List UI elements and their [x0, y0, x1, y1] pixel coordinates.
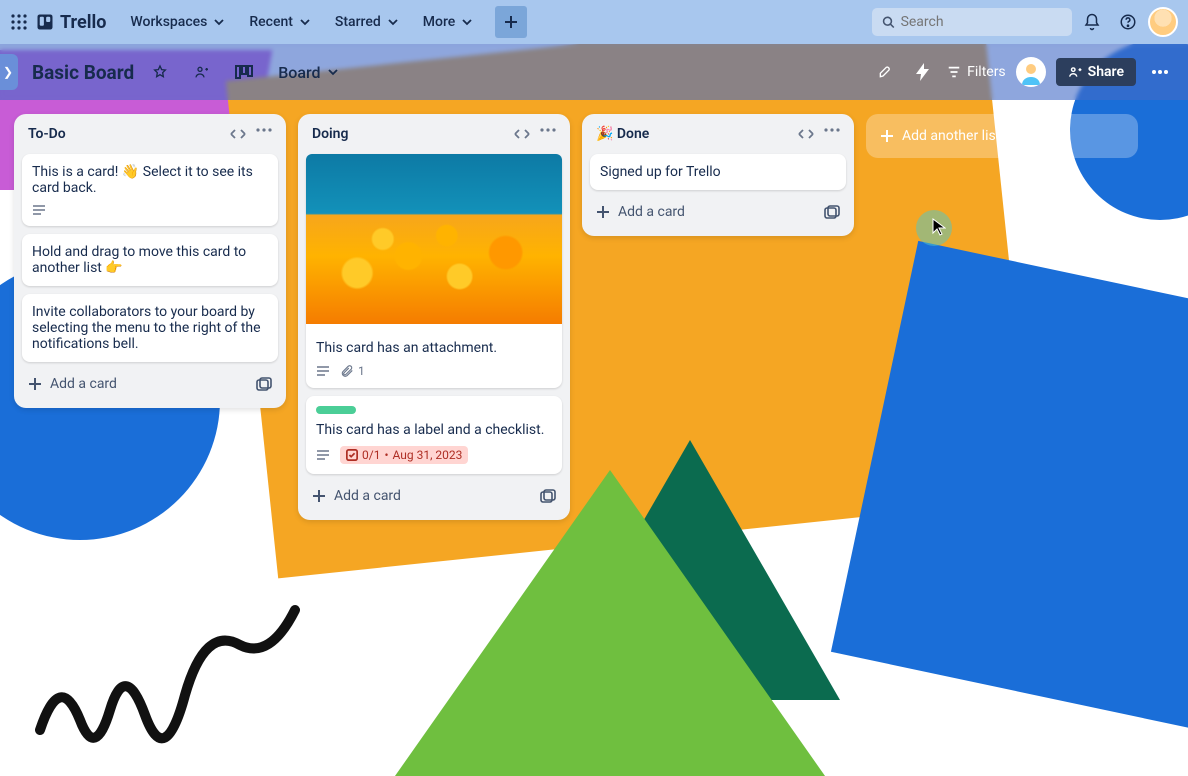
card-text: This card has an attachment.: [316, 340, 552, 356]
nav-workspaces[interactable]: Workspaces: [120, 8, 235, 36]
nav-more[interactable]: More: [413, 8, 484, 36]
add-card-button[interactable]: Add a card: [306, 482, 562, 510]
help-icon[interactable]: [1112, 6, 1144, 38]
automation-icon[interactable]: [909, 63, 937, 81]
card[interactable]: This card has an attachment. 1: [306, 154, 562, 388]
card-text: Hold and drag to move this card to anoth…: [32, 244, 268, 276]
list-title[interactable]: Doing: [312, 126, 348, 142]
trello-logo[interactable]: Trello: [36, 12, 106, 33]
card[interactable]: Signed up for Trello: [590, 154, 846, 190]
list-title[interactable]: 🎉 Done: [596, 126, 649, 142]
sidebar-expand-button[interactable]: ❯: [0, 54, 18, 90]
board-canvas[interactable]: To-Do This is a card! 👋 Select it to see…: [0, 100, 1188, 776]
description-icon: [316, 449, 330, 461]
collapse-list-icon[interactable]: [798, 128, 814, 140]
card[interactable]: Hold and drag to move this card to anoth…: [22, 234, 278, 286]
card-template-icon[interactable]: [824, 205, 840, 219]
card[interactable]: This card has a label and a checklist. 0…: [306, 396, 562, 474]
card-template-icon[interactable]: [256, 377, 272, 391]
list-header: To-Do: [22, 124, 278, 146]
global-header: Trello Workspaces Recent Starred More: [0, 0, 1188, 44]
list-menu-icon[interactable]: [256, 128, 272, 140]
card[interactable]: This is a card! 👋 Select it to see its c…: [22, 154, 278, 226]
card-template-icon[interactable]: [540, 489, 556, 503]
star-board-icon[interactable]: [144, 56, 176, 88]
list-todo[interactable]: To-Do This is a card! 👋 Select it to see…: [14, 114, 286, 408]
card-text: This card has a label and a checklist.: [316, 422, 552, 438]
list-doing[interactable]: Doing This card has an attachment. 1 Thi…: [298, 114, 570, 520]
apps-switcher-icon[interactable]: [10, 13, 28, 31]
board-menu-icon[interactable]: [1146, 69, 1174, 75]
list-menu-icon[interactable]: [540, 128, 556, 140]
add-card-button[interactable]: Add a card: [590, 198, 846, 226]
account-avatar[interactable]: [1148, 7, 1178, 37]
member-avatar[interactable]: [1016, 57, 1046, 87]
view-switcher[interactable]: Board: [270, 59, 346, 86]
nav-recent[interactable]: Recent: [239, 8, 321, 36]
search-input[interactable]: [901, 14, 1062, 30]
search-icon: [882, 15, 895, 29]
card-cover-image: [306, 154, 562, 324]
nav-starred[interactable]: Starred: [325, 8, 409, 36]
card-text: This is a card! 👋 Select it to see its c…: [32, 164, 268, 196]
visibility-icon[interactable]: [186, 56, 218, 88]
list-menu-icon[interactable]: [824, 128, 840, 140]
card[interactable]: Invite collaborators to your board by se…: [22, 294, 278, 362]
logo-text: Trello: [60, 12, 106, 33]
description-icon: [32, 204, 46, 216]
collapse-list-icon[interactable]: [230, 128, 246, 140]
filters-button[interactable]: Filters: [947, 64, 1006, 80]
add-list-button[interactable]: Add another list: [866, 114, 1138, 158]
powerups-icon[interactable]: [871, 64, 899, 80]
add-card-button[interactable]: Add a card: [22, 370, 278, 398]
list-header: Doing: [306, 124, 562, 146]
checklist-due-badge: 0/1 • Aug 31, 2023: [340, 446, 468, 464]
attachment-badge: 1: [340, 364, 365, 378]
card-label-green[interactable]: [316, 406, 356, 414]
board-title[interactable]: Basic Board: [32, 61, 134, 84]
create-button[interactable]: [495, 6, 527, 38]
list-done[interactable]: 🎉 Done Signed up for Trello Add a card: [582, 114, 854, 236]
board-header: ❯ Basic Board Board Filters Share: [0, 44, 1188, 100]
card-text: Invite collaborators to your board by se…: [32, 304, 268, 352]
list-title[interactable]: To-Do: [28, 126, 66, 142]
card-text: Signed up for Trello: [600, 164, 836, 180]
list-header: 🎉 Done: [590, 124, 846, 146]
search-box[interactable]: [872, 8, 1072, 36]
notifications-icon[interactable]: [1076, 6, 1108, 38]
board-views-icon[interactable]: [228, 56, 260, 88]
share-button[interactable]: Share: [1056, 58, 1136, 86]
description-icon: [316, 365, 330, 377]
cursor-pointer-icon: [932, 218, 946, 236]
collapse-list-icon[interactable]: [514, 128, 530, 140]
